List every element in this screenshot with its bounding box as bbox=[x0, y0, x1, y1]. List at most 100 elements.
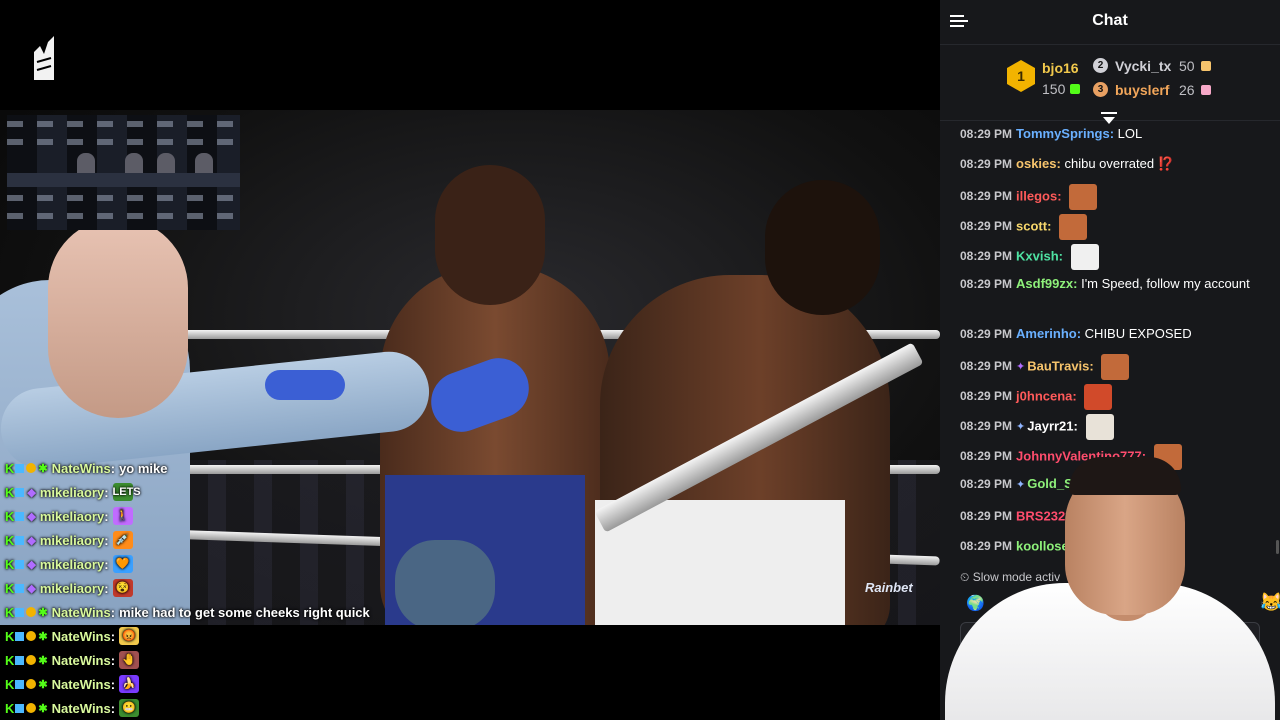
leaderboard-count: 50 bbox=[1179, 58, 1195, 74]
gift-icon bbox=[1201, 61, 1211, 71]
colon: : bbox=[1047, 218, 1052, 234]
kick-badge-icon: K bbox=[5, 676, 15, 692]
message-timestamp: 08:29 PM bbox=[960, 359, 1013, 374]
rank-3-icon: 3 bbox=[1093, 82, 1108, 97]
message-timestamp: 08:29 PM bbox=[960, 327, 1013, 341]
emote-icon bbox=[1069, 184, 1098, 210]
emote-icon: LETS bbox=[112, 483, 141, 501]
colon: : bbox=[104, 556, 109, 572]
overlay-username: NateWins bbox=[51, 604, 111, 620]
user-badges: K ◆ bbox=[5, 485, 36, 500]
svg-text:1: 1 bbox=[1017, 68, 1025, 84]
subscriber-badge-icon bbox=[15, 583, 25, 593]
chat-message: 08:29 PM Amerinho: CHIBU EXPOSED bbox=[960, 324, 1260, 344]
subscriber-badge-icon bbox=[15, 631, 25, 641]
chat-message: 08:29 PM TommySprings: LOL bbox=[960, 124, 1260, 144]
pip-desk bbox=[7, 173, 240, 187]
subscriber-badge-icon bbox=[15, 703, 25, 713]
boxer-left-head bbox=[435, 165, 545, 305]
kick-badge-icon: K bbox=[5, 628, 15, 644]
user-badges: K ✱ bbox=[5, 701, 48, 716]
message-username[interactable]: TommySprings bbox=[1016, 126, 1110, 141]
message-username[interactable]: illegos bbox=[1016, 188, 1057, 203]
coin-badge-icon bbox=[26, 679, 37, 689]
leaderboard-user[interactable]: bjo16 bbox=[1042, 60, 1079, 76]
overlay-username: mikeliaory bbox=[39, 508, 105, 524]
press-conference-pip bbox=[7, 115, 240, 230]
streamer-webcam bbox=[915, 455, 1280, 720]
user-badges: K ✱ bbox=[5, 629, 48, 644]
message-timestamp: 08:29 PM bbox=[960, 277, 1013, 291]
gift-icon bbox=[1201, 85, 1211, 95]
emote-icon: 💉 bbox=[112, 531, 133, 549]
message-username[interactable]: oskies bbox=[1016, 156, 1056, 171]
overlay-chat-line: K ✱ NateWins: 🍌 bbox=[5, 674, 140, 694]
colon: : bbox=[1072, 388, 1077, 404]
boxer-right-head bbox=[765, 180, 880, 315]
referee-glove bbox=[265, 370, 345, 400]
chat-message: 08:29 PM Asdf99zx: I'm Speed, follow my a… bbox=[960, 274, 1260, 294]
message-username[interactable]: Kxvish bbox=[1016, 248, 1059, 263]
coin-badge-icon bbox=[26, 703, 37, 713]
colon: : bbox=[1056, 156, 1061, 171]
boxer-right-shorts bbox=[595, 500, 845, 625]
colon: : bbox=[1057, 188, 1062, 204]
boxing-glove bbox=[395, 540, 495, 625]
message-timestamp: 08:29 PM bbox=[960, 219, 1013, 234]
gem-badge-icon: ◆ bbox=[27, 510, 36, 523]
message-username[interactable]: Jayrr21 bbox=[1027, 418, 1073, 433]
message-username[interactable]: scott bbox=[1016, 218, 1047, 233]
message-text: chibu overrated ⁉️ bbox=[1064, 156, 1174, 171]
message-username[interactable]: Asdf99zx bbox=[1016, 276, 1073, 291]
message-username[interactable]: BauTravis bbox=[1027, 358, 1089, 373]
emote-icon bbox=[1059, 214, 1088, 240]
colon: : bbox=[104, 484, 109, 500]
colon: : bbox=[104, 580, 109, 596]
gem-badge-icon: ◆ bbox=[27, 558, 36, 571]
chat-message: 08:29 PM scott: bbox=[960, 214, 1260, 240]
sponsor-watermark: Rainbet bbox=[865, 580, 913, 595]
subscriber-badge-icon bbox=[15, 463, 25, 473]
coin-badge-icon bbox=[26, 463, 37, 473]
leaderboard-count: 150 bbox=[1042, 81, 1066, 97]
user-badges: K ✱ bbox=[5, 653, 48, 668]
leaf-badge-icon: ✱ bbox=[38, 462, 48, 475]
user-badges: K ✱ bbox=[5, 677, 48, 692]
emote-icon: 🍌 bbox=[119, 675, 140, 693]
chat-title: Chat bbox=[1092, 12, 1128, 29]
overlay-chat-line: K ◆ mikeliaory: 😵 bbox=[5, 578, 133, 598]
colon: : bbox=[1073, 276, 1078, 291]
colon: : bbox=[1089, 358, 1094, 374]
subscriber-badge-icon bbox=[15, 559, 25, 569]
overlay-chat-line: K ◆ mikeliaory: 🧡 bbox=[5, 554, 133, 574]
colon: : bbox=[1073, 418, 1078, 434]
leaderboard-user[interactable]: buyslerf bbox=[1115, 82, 1169, 98]
message-username[interactable]: Amerinho bbox=[1016, 326, 1077, 341]
leaf-badge-icon: ✱ bbox=[38, 606, 48, 619]
gift-leaderboard: 1 bjo16 150 2 Vycki_tx 50 3 buyslerf 26 bbox=[940, 44, 1280, 121]
emote-icon bbox=[1084, 384, 1113, 410]
rank-2-icon: 2 bbox=[1093, 58, 1108, 73]
overlay-message: yo mike bbox=[119, 460, 168, 476]
overlay-chat-line: K ✱ NateWins: 😡 bbox=[5, 626, 140, 646]
referee-head bbox=[48, 218, 188, 418]
message-username[interactable]: j0hncena bbox=[1016, 388, 1072, 403]
kick-badge-icon: K bbox=[5, 484, 15, 500]
backdrop-logos bbox=[7, 121, 240, 127]
subscriber-badge-icon bbox=[15, 535, 25, 545]
stream-video[interactable]: Rainbet K ✱ NateWins: yo mike K ◆ mikeliaory: L… bbox=[0, 0, 940, 720]
chat-header: Chat bbox=[940, 0, 1280, 45]
emote-icon: 😵 bbox=[112, 579, 133, 597]
leaf-badge-icon: ✱ bbox=[38, 702, 48, 715]
overlay-chat-line: K ✱ NateWins: 😬 bbox=[5, 698, 140, 718]
colon: : bbox=[1109, 126, 1115, 141]
overlay-username: mikeliaory bbox=[39, 556, 105, 572]
chat-message: 08:29 PM oskies: chibu overrated ⁉️ bbox=[960, 154, 1260, 174]
user-badges: K ✱ bbox=[5, 605, 48, 620]
colon: : bbox=[110, 460, 116, 476]
leaderboard-user[interactable]: Vycki_tx bbox=[1115, 58, 1171, 74]
user-badge-icon: ✦ bbox=[1016, 361, 1026, 374]
kick-badge-icon: K bbox=[5, 580, 15, 596]
message-timestamp: 08:29 PM bbox=[960, 249, 1013, 264]
message-timestamp: 08:29 PM bbox=[960, 157, 1013, 171]
